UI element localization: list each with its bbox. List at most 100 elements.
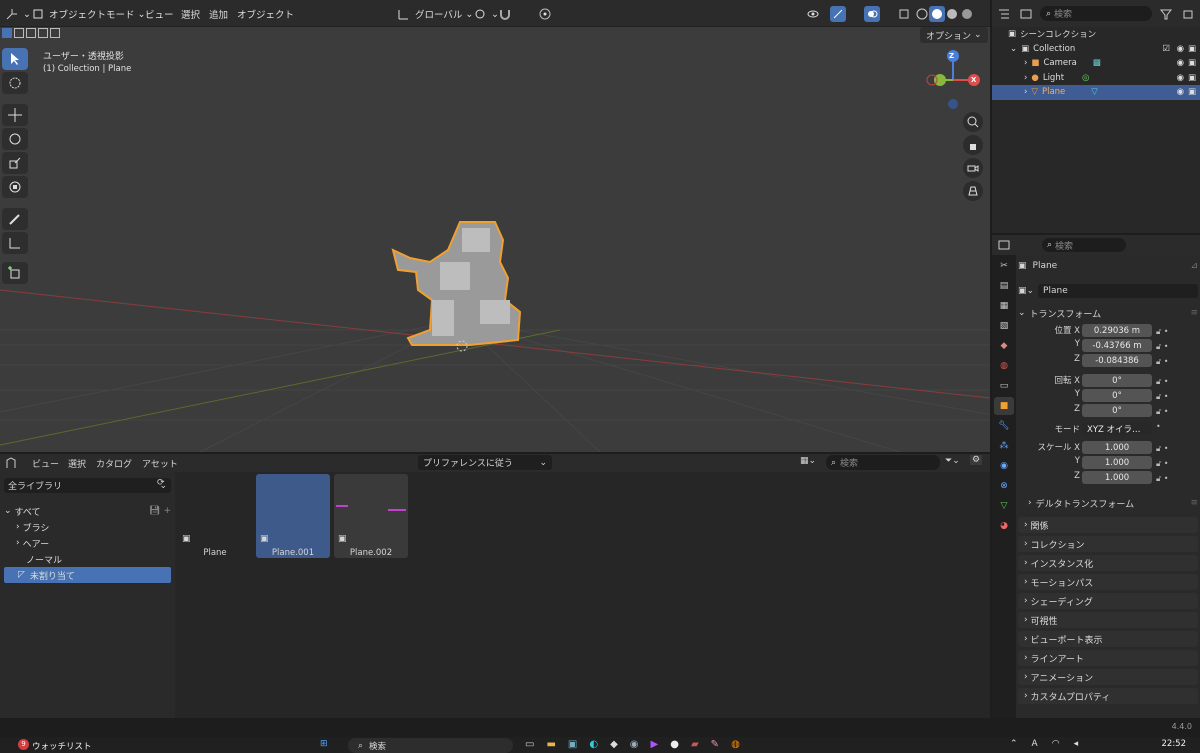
outliner-editor-icon[interactable] [996, 6, 1012, 22]
asset-menu-asset[interactable]: アセット [142, 457, 178, 470]
tab-particles[interactable]: ⁂ [994, 437, 1014, 455]
drag-handle-icon[interactable]: ≡ [1190, 498, 1198, 508]
visual-studio-icon[interactable]: ▶ [651, 739, 659, 750]
move-tool[interactable] [2, 104, 28, 126]
add-cube-tool[interactable] [2, 262, 28, 284]
panel-relations[interactable]: › 関係 [1018, 517, 1198, 533]
save-icon[interactable]: 💾︎ + [149, 506, 171, 516]
asset-menu-select[interactable]: 選択 [68, 457, 86, 470]
chevron-up-icon[interactable]: ⌃ [1010, 739, 1018, 749]
location-y-field[interactable]: -0.43766 m [1082, 339, 1152, 352]
pivot-dropdown[interactable]: ⌄ [472, 5, 499, 23]
measure-tool[interactable] [2, 232, 28, 254]
panel-viewport-display[interactable]: › ビューポート表示 [1018, 631, 1198, 647]
camera-render-icon[interactable]: ▣ [1188, 58, 1196, 68]
rotation-mode-dropdown[interactable]: XYZ オイラ… [1082, 422, 1152, 435]
catalog-normal[interactable]: ノーマル [4, 551, 171, 567]
tab-render[interactable]: ▤ [994, 277, 1014, 295]
camera-render-icon[interactable]: ▣ [1188, 87, 1196, 97]
menu-object[interactable]: オブジェクト [237, 5, 294, 23]
camera-view-button[interactable] [963, 158, 983, 178]
lock-icon[interactable]: 🔓︎ • 🔓︎ • 🔓︎ • [1156, 441, 1168, 486]
rotation-x-field[interactable]: 0° [1082, 374, 1152, 387]
properties-editor-icon[interactable] [996, 237, 1012, 253]
annotate-tool[interactable] [2, 208, 28, 230]
mode-dropdown[interactable]: オブジェクトモード ⌄ [30, 5, 145, 23]
transform-panel-header[interactable]: ⌄ トランスフォーム ≡ [1018, 306, 1198, 320]
overlay-toggle[interactable] [864, 5, 880, 23]
outliner-search-input[interactable]: ⌕ 検索 [1040, 6, 1152, 21]
rotation-z-field[interactable]: 0° [1082, 404, 1152, 417]
tab-view-layer[interactable]: ▧ [994, 317, 1014, 335]
select-invert-icon[interactable] [38, 28, 48, 38]
filter-icon[interactable] [1158, 6, 1174, 22]
catalog-brush[interactable]: › ブラシ [4, 519, 171, 535]
shading-solid[interactable] [929, 5, 945, 23]
display-mode-icon[interactable] [1018, 6, 1034, 22]
folder-icon[interactable]: ▬ [546, 739, 555, 750]
transform-tool[interactable] [2, 176, 28, 198]
checkbox-icon[interactable]: ☑ [1162, 44, 1170, 54]
panel-line-art[interactable]: › ラインアート [1018, 650, 1198, 666]
xray-toggle[interactable] [896, 5, 912, 23]
snap-toggle[interactable] [497, 5, 513, 23]
transform-orientation-dropdown[interactable]: グローバル ⌄ [396, 5, 473, 23]
wifi-icon[interactable]: ◠ [1052, 739, 1060, 749]
select-subtract-icon[interactable] [26, 28, 36, 38]
import-method-dropdown[interactable]: プリファレンスに従う ⌄ [418, 455, 552, 470]
tab-material[interactable]: ◕ [994, 517, 1014, 535]
shading-wireframe[interactable] [914, 5, 930, 23]
light-data-icon[interactable]: ◎ [1082, 73, 1089, 83]
edge-icon[interactable]: ◐ [589, 739, 598, 750]
cursor-tool[interactable] [2, 72, 28, 94]
scale-z-field[interactable]: 1.000 [1082, 471, 1152, 484]
camera-render-icon[interactable]: ▣ [1188, 44, 1196, 54]
asset-menu-catalog[interactable]: カタログ [96, 457, 132, 470]
outliner-item-light[interactable]: › ● Light ◎ ◉ ▣ [992, 71, 1200, 86]
asset-editor-icon[interactable] [3, 455, 19, 471]
refresh-icon[interactable]: ⟳ [157, 478, 165, 488]
catalog-unassigned[interactable]: ◸ 未割り当て [4, 567, 171, 583]
eye-icon[interactable]: ◉ [1177, 87, 1184, 97]
lock-icon[interactable]: 🔓︎ • 🔓︎ • 🔓︎ • [1156, 374, 1168, 419]
outliner-item-plane[interactable]: › ▽ Plane ▽ ◉ ▣ [992, 85, 1200, 100]
unity-icon[interactable]: ◆ [610, 739, 618, 750]
keyframe-dot-icon[interactable]: • [1156, 422, 1161, 431]
properties-search-input[interactable]: ⌕ 検索 [1042, 238, 1126, 252]
panel-collections[interactable]: › コレクション [1018, 536, 1198, 552]
gizmo-toggle[interactable] [830, 5, 846, 23]
paint-icon[interactable]: ✎ [711, 739, 719, 750]
scale-y-field[interactable]: 1.000 [1082, 456, 1152, 469]
location-x-field[interactable]: 0.29036 m [1082, 324, 1152, 337]
shading-material[interactable] [944, 5, 960, 23]
catalog-hair[interactable]: › ヘアー [4, 535, 171, 551]
tab-world[interactable]: ◍ [994, 357, 1014, 375]
gear-icon[interactable]: ⚙ [970, 455, 983, 465]
asset-tile-plane[interactable]: ▣ Plane [178, 474, 252, 558]
options-button[interactable]: オプション ⌄ [920, 27, 988, 43]
rotation-y-field[interactable]: 0° [1082, 389, 1152, 402]
eye-icon[interactable]: ◉ [1177, 58, 1184, 68]
tab-collection[interactable]: ▭ [994, 377, 1014, 395]
github-icon[interactable]: ● [670, 739, 679, 750]
menu-view[interactable]: ビュー [145, 5, 174, 23]
zoom-button[interactable] [963, 112, 983, 132]
visibility-dropdown[interactable] [805, 5, 821, 23]
windows-start-icon[interactable]: ⊞ [320, 739, 328, 749]
rotate-tool[interactable] [2, 128, 28, 150]
blender-icon[interactable]: ◍ [731, 739, 740, 750]
select-extend-icon[interactable] [14, 28, 24, 38]
perspective-toggle-button[interactable] [963, 181, 983, 201]
asset-tile-plane-002[interactable]: ▣ Plane.002 [334, 474, 408, 558]
select-new-icon[interactable] [2, 28, 12, 38]
app-icon[interactable]: ▰ [691, 739, 699, 750]
object-name-field[interactable]: Plane [1038, 283, 1198, 298]
outliner-item-collection[interactable]: ⌄ ▣ Collection ☑ ◉ ▣ [992, 42, 1200, 57]
location-z-field[interactable]: -0.084386 [1082, 354, 1152, 367]
camera-render-icon[interactable]: ▣ [1188, 73, 1196, 83]
mesh-data-icon[interactable]: ▽ [1091, 87, 1098, 97]
display-mode-icon[interactable]: ▦⌄ [800, 456, 816, 466]
task-view-icon[interactable]: ▭ [525, 739, 534, 750]
object-browse-icon[interactable]: ▣⌄ [1018, 286, 1034, 296]
new-collection-icon[interactable] [1180, 6, 1196, 22]
